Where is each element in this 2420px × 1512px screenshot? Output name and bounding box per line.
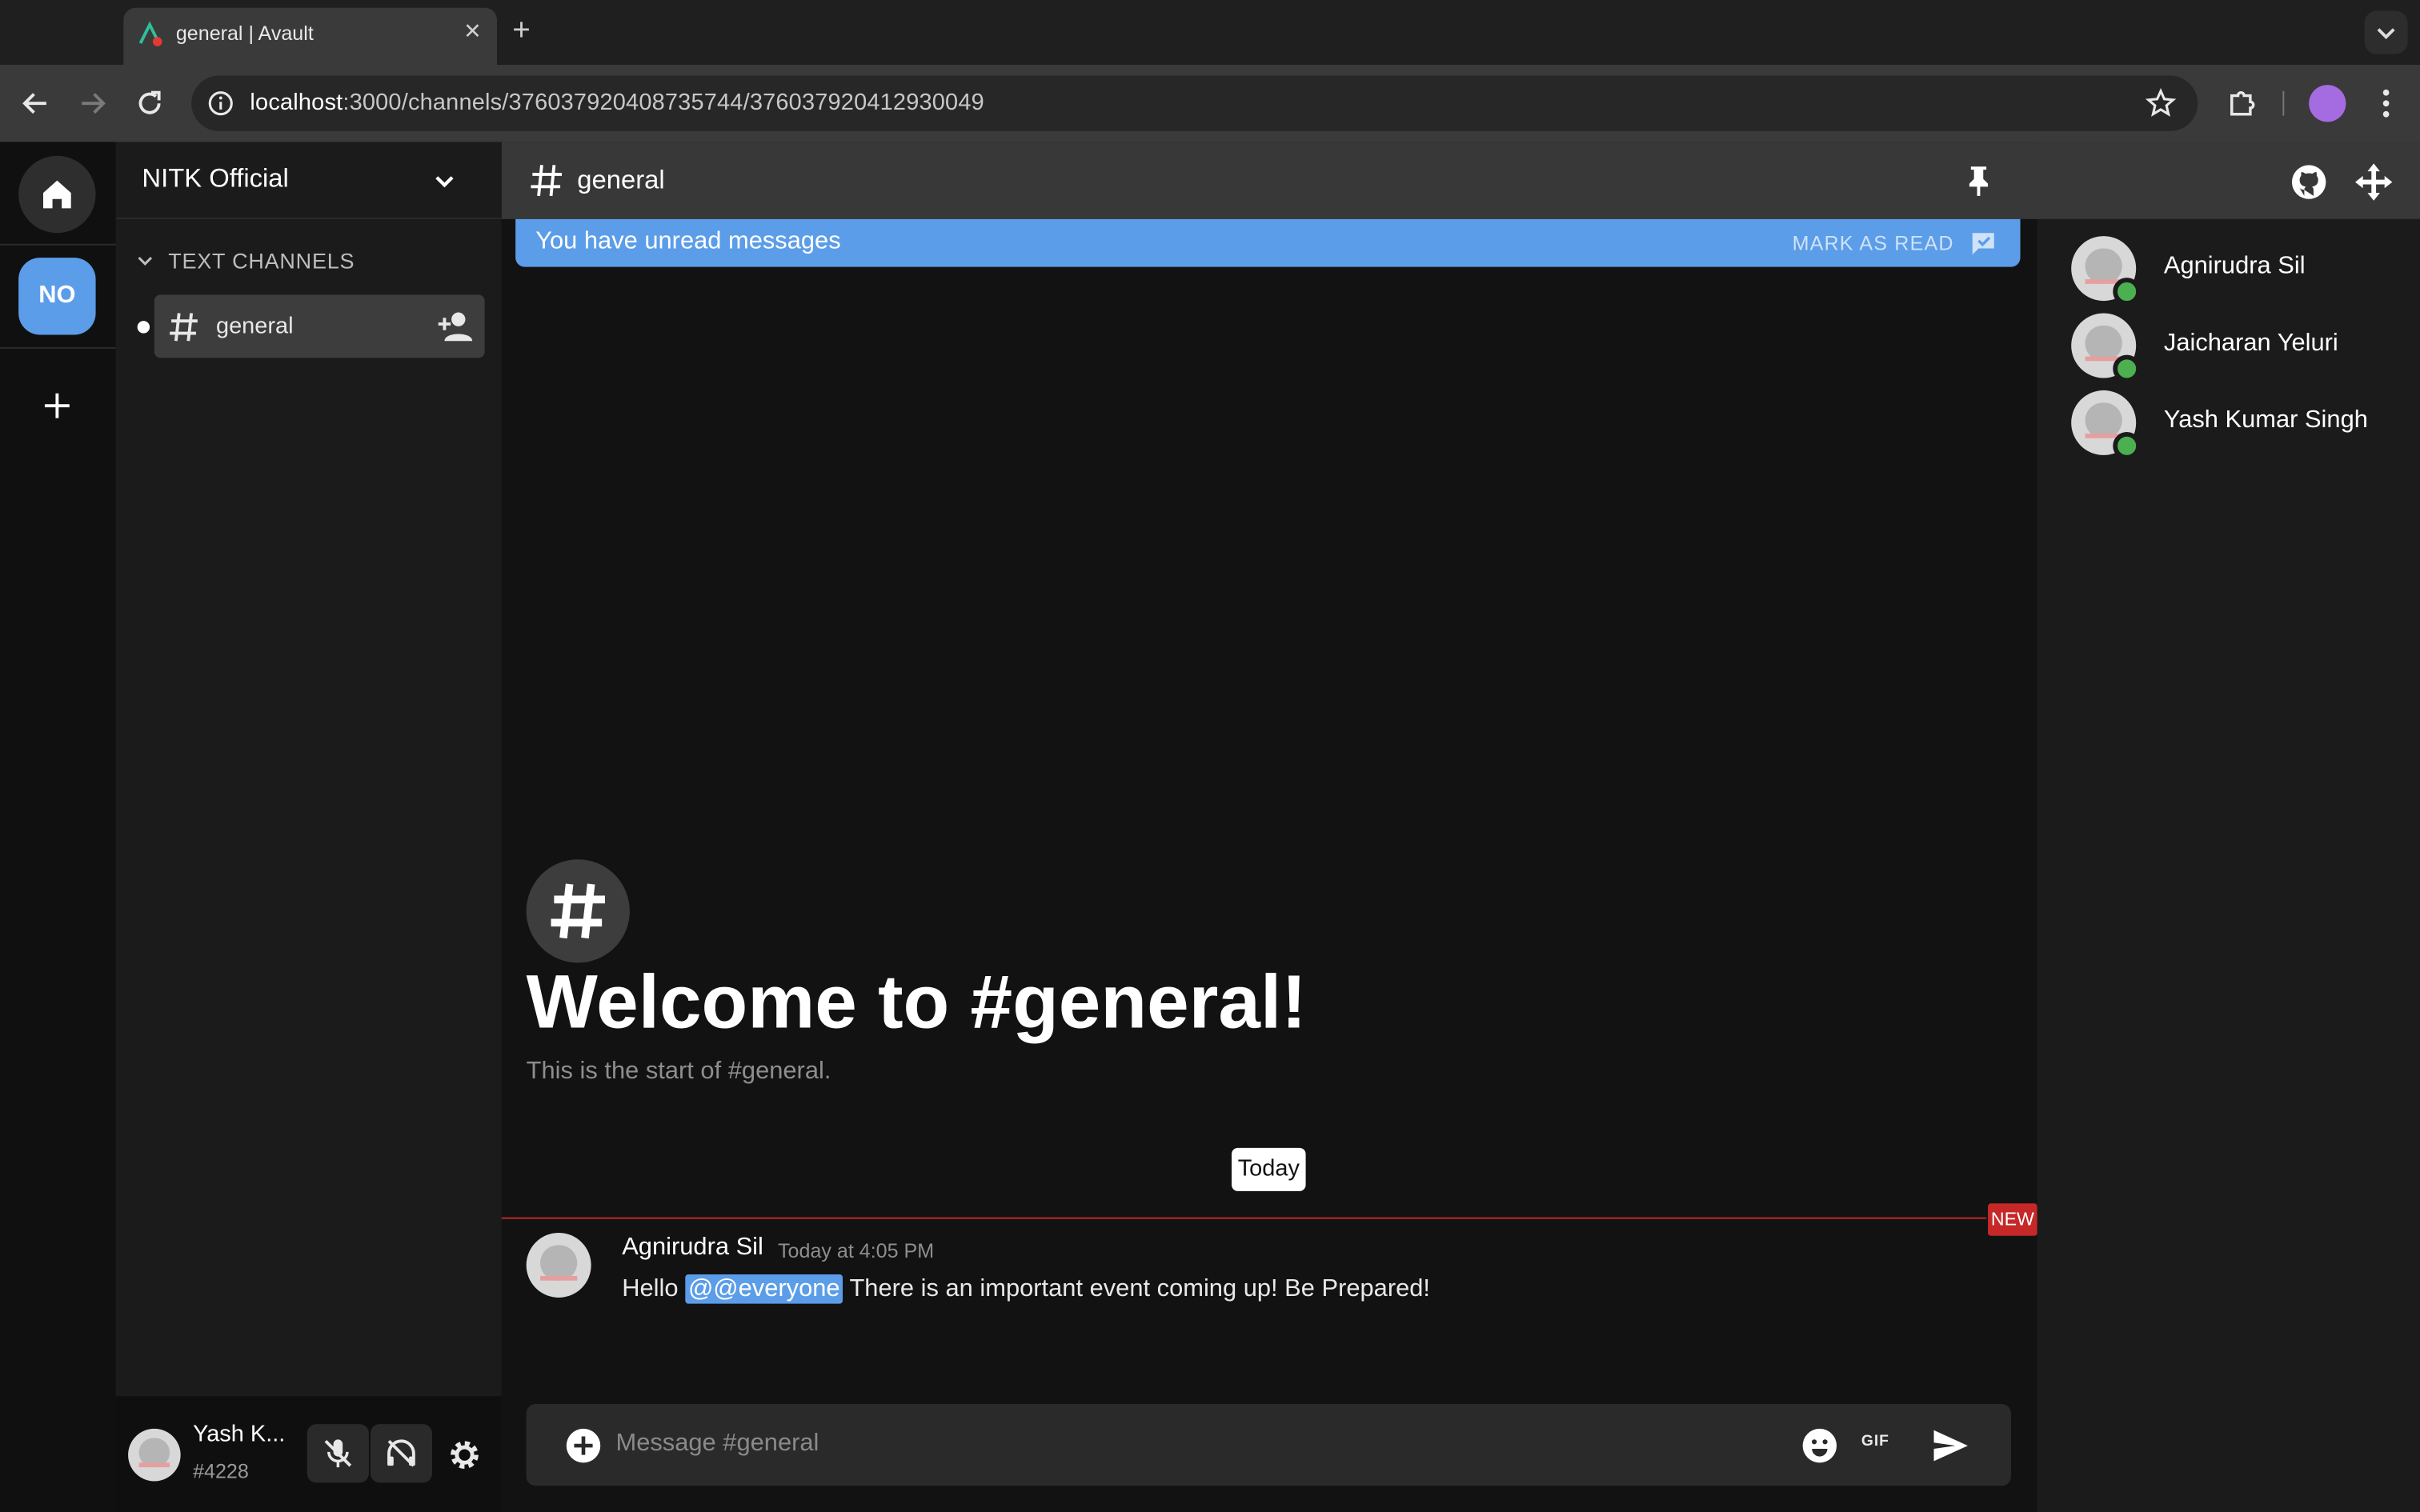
url-path: :3000/channels/376037920408735744/376037… (343, 89, 984, 116)
welcome-channel-icon (526, 859, 630, 963)
channel-name: general (216, 313, 294, 340)
avatar[interactable] (526, 1232, 591, 1298)
member-name: Yash Kumar Singh (2163, 407, 2368, 434)
close-tab-icon[interactable]: ✕ (463, 18, 482, 45)
online-status-dot (2113, 432, 2141, 460)
chevron-down-icon[interactable] (427, 165, 461, 198)
message-text-before: Hello (622, 1275, 686, 1302)
user-tag: #4228 (193, 1459, 249, 1483)
site-info-icon[interactable] (206, 90, 234, 118)
toolbar-divider (2282, 90, 2285, 116)
message-text: Hello @@everyone There is an important e… (622, 1274, 1430, 1304)
online-status-dot (2113, 354, 2141, 383)
welcome-title: Welcome to #general! (526, 961, 1307, 1045)
headset-off-icon (387, 1439, 415, 1467)
member-name: Agnirudra Sil (2163, 253, 2306, 280)
gif-button[interactable]: GIF (1861, 1434, 1889, 1450)
user-panel: Yash K... #4228 (115, 1396, 502, 1512)
date-divider: Today (1232, 1147, 1306, 1191)
new-messages-divider (501, 1217, 1987, 1219)
deafen-button[interactable] (370, 1424, 433, 1483)
home-icon (43, 180, 71, 209)
avatar[interactable] (128, 1428, 181, 1482)
emoji-icon[interactable] (1801, 1427, 1838, 1464)
address-bar[interactable]: localhost:3000/channels/3760379204087357… (191, 75, 2198, 131)
welcome-subtitle: This is the start of #general. (526, 1058, 831, 1085)
url-text[interactable]: localhost:3000/channels/3760379204087357… (250, 90, 984, 116)
hashtag-icon (170, 313, 198, 342)
mic-off-icon (324, 1439, 352, 1468)
mention-everyone[interactable]: @@everyone (685, 1274, 843, 1304)
category-label: TEXT CHANNELS (168, 248, 355, 274)
channel-item-general[interactable]: general (154, 294, 485, 358)
browser-tab[interactable]: general | Avault ✕ (123, 7, 498, 66)
new-tab-button[interactable]: + (512, 12, 531, 49)
add-person-icon[interactable] (435, 309, 475, 346)
reload-button[interactable] (131, 85, 168, 122)
bookmark-star-icon[interactable] (2145, 87, 2177, 119)
mute-mic-button[interactable] (307, 1424, 369, 1483)
pin-icon[interactable] (1960, 162, 1997, 199)
unread-banner[interactable]: You have unread messages MARK AS READ (515, 218, 2021, 267)
app-window: general | Avault ✕ + localhost:3000/chan… (0, 0, 2420, 1512)
mark-as-read-button[interactable]: MARK AS READ (1793, 231, 1954, 254)
channel-header: general (501, 142, 2420, 219)
hashtag-icon (551, 883, 606, 939)
member-item[interactable]: Yash Kumar Singh (2071, 390, 2410, 460)
message-text-after: There is an important event coming up! B… (843, 1275, 1430, 1302)
tab-search-button[interactable] (2364, 10, 2408, 54)
url-host: localhost (250, 89, 343, 116)
add-attachment-icon[interactable] (565, 1427, 602, 1464)
channel-sidebar: NITK Official TEXT CHANNELS general Yash… (115, 142, 502, 1512)
member-item[interactable]: Agnirudra Sil (2071, 236, 2410, 306)
message-composer: GIF (526, 1404, 2011, 1486)
move-icon[interactable] (2354, 162, 2394, 202)
message-timestamp: Today at 4:05 PM (778, 1238, 935, 1262)
hashtag-icon (531, 165, 563, 197)
more-vert-icon[interactable] (2370, 85, 2402, 122)
rail-divider (0, 243, 116, 246)
browser-tab-bar: general | Avault ✕ + (0, 0, 2420, 66)
rail-divider (0, 346, 116, 349)
online-status-dot (2113, 278, 2141, 306)
member-item[interactable]: Jaicharan Yeluri (2071, 313, 2410, 383)
avatar-scribble (139, 1463, 170, 1468)
unread-indicator (137, 321, 150, 334)
back-button[interactable] (17, 85, 54, 122)
unread-banner-text: You have unread messages (535, 228, 841, 255)
github-icon[interactable] (2289, 162, 2329, 202)
add-server-icon[interactable] (37, 386, 77, 426)
avault-logo-icon (138, 22, 162, 46)
home-button[interactable] (18, 155, 96, 234)
server-header[interactable]: NITK Official (115, 142, 502, 219)
server-rail: NO (0, 142, 116, 1512)
gear-icon[interactable] (446, 1437, 483, 1474)
tab-title: general | Avault (175, 22, 314, 45)
chat-area: general You have unread messages MARK AS… (501, 142, 2420, 1512)
member-name: Jaicharan Yeluri (2163, 330, 2338, 357)
extensions-puzzle-icon[interactable] (2224, 85, 2261, 122)
message-input[interactable] (615, 1416, 1773, 1472)
avatar-scribble (540, 1275, 577, 1281)
chevron-down-icon (138, 256, 153, 266)
profile-avatar[interactable] (2309, 85, 2346, 122)
message-author[interactable]: Agnirudra Sil (622, 1234, 763, 1262)
send-icon[interactable] (1931, 1426, 1971, 1466)
user-name: Yash K... (193, 1421, 286, 1448)
member-list: Agnirudra Sil Jaicharan Yeluri Yash Kuma… (2037, 218, 2420, 1512)
channel-title: general (577, 165, 665, 195)
new-badge: NEW (1988, 1203, 2037, 1236)
forward-button[interactable] (74, 85, 111, 122)
browser-toolbar: localhost:3000/channels/3760379204087357… (0, 65, 2420, 142)
server-icon-nitk[interactable]: NO (18, 258, 96, 335)
mark-read-icon[interactable] (1969, 230, 1997, 258)
server-name: NITK Official (142, 163, 289, 194)
